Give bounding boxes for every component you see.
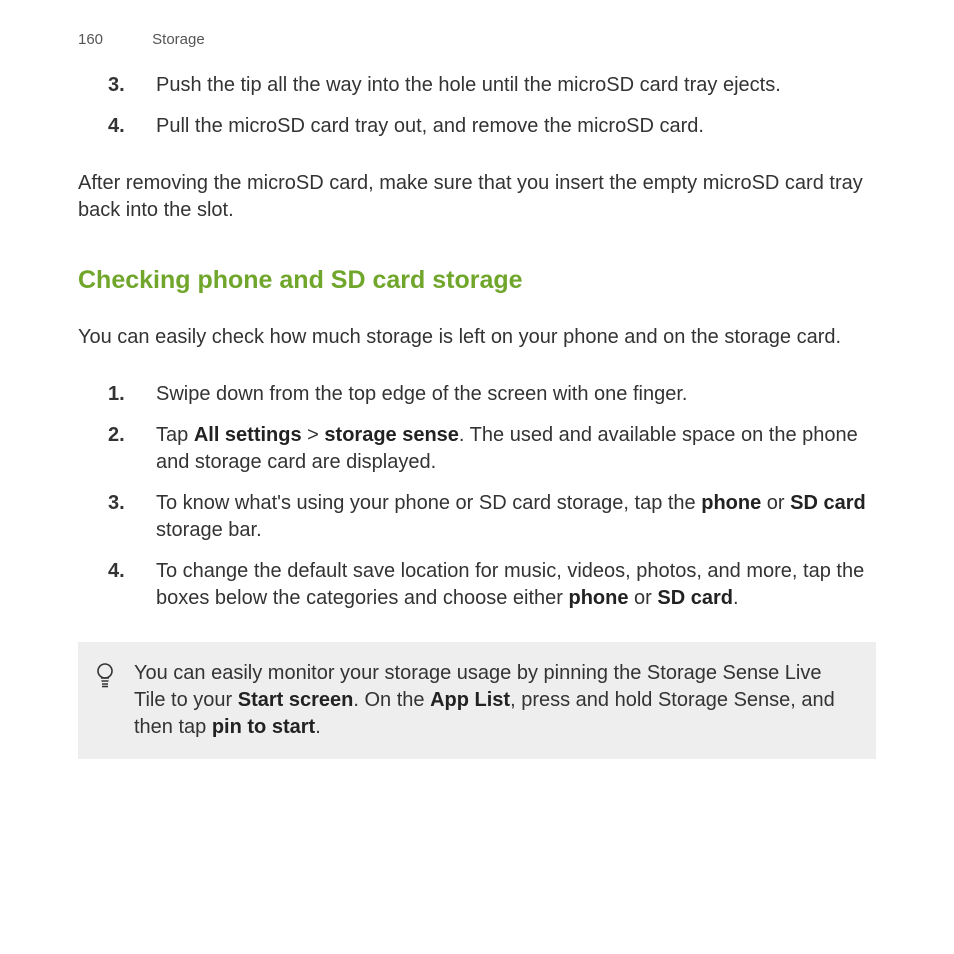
tip-box: You can easily monitor your storage usag… (78, 642, 876, 759)
page-header: 160 Storage (78, 30, 876, 50)
section-intro: You can easily check how much storage is… (78, 324, 876, 351)
bold-run: Start screen (238, 689, 354, 711)
step-text: To change the default save location for … (156, 558, 876, 612)
step-number: 1. (108, 381, 156, 408)
prev-steps-list: 3. Push the tip all the way into the hol… (78, 72, 876, 140)
step-text: Tap All settings > storage sense. The us… (156, 422, 876, 476)
text-run: > (302, 424, 325, 446)
list-item: 4. To change the default save location f… (78, 558, 876, 612)
bold-run: phone (569, 587, 629, 609)
text-run: . On the (353, 689, 430, 711)
step-number: 4. (108, 558, 156, 612)
bold-run: pin to start (212, 716, 315, 738)
section-name: Storage (152, 31, 205, 48)
step-number: 4. (108, 113, 156, 140)
page-container: 160 Storage 3. Push the tip all the way … (0, 0, 954, 789)
list-item: 3. Push the tip all the way into the hol… (78, 72, 876, 99)
tip-text: You can easily monitor your storage usag… (134, 660, 854, 741)
text-run: or (629, 587, 658, 609)
step-text: Pull the microSD card tray out, and remo… (156, 113, 876, 140)
lightbulb-icon (92, 660, 118, 690)
text-run: or (761, 492, 790, 514)
step-number: 3. (108, 490, 156, 544)
list-item: 1. Swipe down from the top edge of the s… (78, 381, 876, 408)
step-text: Push the tip all the way into the hole u… (156, 72, 876, 99)
page-number: 160 (78, 30, 148, 50)
text-run: storage bar. (156, 519, 262, 541)
step-text: Swipe down from the top edge of the scre… (156, 381, 876, 408)
bold-run: phone (701, 492, 761, 514)
text-run: Tap (156, 424, 194, 446)
steps-list: 1. Swipe down from the top edge of the s… (78, 381, 876, 612)
text-run: . (733, 587, 739, 609)
bold-run: storage sense (324, 424, 459, 446)
step-number: 2. (108, 422, 156, 476)
text-run: . (315, 716, 321, 738)
text-run: To change the default save location for … (156, 560, 864, 609)
section-title: Checking phone and SD card storage (78, 264, 876, 298)
step-text: To know what's using your phone or SD ca… (156, 490, 876, 544)
list-item: 3. To know what's using your phone or SD… (78, 490, 876, 544)
after-removing-note: After removing the microSD card, make su… (78, 170, 876, 224)
step-number: 3. (108, 72, 156, 99)
bold-run: App List (430, 689, 510, 711)
text-run: To know what's using your phone or SD ca… (156, 492, 701, 514)
bold-run: SD card (790, 492, 866, 514)
bold-run: SD card (657, 587, 733, 609)
bold-run: All settings (194, 424, 302, 446)
list-item: 4. Pull the microSD card tray out, and r… (78, 113, 876, 140)
list-item: 2. Tap All settings > storage sense. The… (78, 422, 876, 476)
